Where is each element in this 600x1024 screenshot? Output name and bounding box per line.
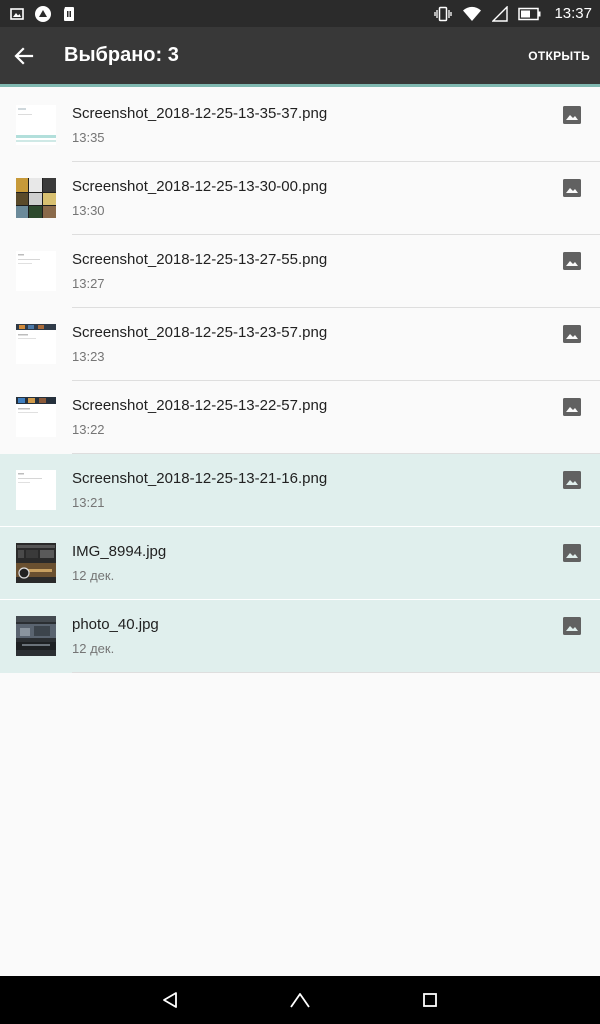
selection-count-title: Выбрано: 3 [64, 44, 179, 66]
file-date: 12 дек. [72, 568, 115, 583]
app-root: 13:37 Выбрано: 3 ОТКРЫТЬ Screenshot_2018… [0, 0, 600, 1024]
battery-icon [518, 7, 541, 20]
file-row[interactable]: Screenshot_2018-12-25-13-22-57.png 13:22 [0, 381, 600, 454]
file-row[interactable]: Screenshot_2018-12-25-13-27-55.png 13:27 [0, 235, 600, 308]
clock: 13:37 [554, 5, 592, 22]
file-thumbnail [16, 105, 56, 145]
file-name: Screenshot_2018-12-25-13-23-57.png [72, 324, 328, 341]
file-thumbnail [16, 470, 56, 510]
file-date: 12 дек. [72, 641, 115, 656]
file-row[interactable]: Screenshot_2018-12-25-13-30-00.png 13:30 [0, 162, 600, 235]
image-icon [563, 325, 581, 343]
file-row-selected[interactable]: IMG_8994.jpg 12 дек. [0, 527, 600, 600]
gallery-notification-icon [10, 7, 24, 20]
file-row-selected[interactable]: photo_40.jpg 12 дек. [0, 600, 600, 673]
status-bar: 13:37 [0, 0, 600, 27]
row-divider [72, 672, 600, 673]
home-icon [290, 993, 310, 1008]
triangle-back-icon [163, 992, 177, 1008]
file-thumbnail [16, 251, 56, 291]
file-thumbnail [16, 543, 56, 583]
file-row[interactable]: Screenshot_2018-12-25-13-35-37.png 13:35 [0, 89, 600, 162]
image-icon [563, 106, 581, 124]
action-bar: Выбрано: 3 ОТКРЫТЬ [0, 27, 600, 87]
arrow-left-icon [14, 46, 34, 65]
file-thumbnail [16, 178, 56, 218]
file-date: 13:30 [72, 203, 105, 218]
file-date: 13:35 [72, 130, 105, 145]
nav-recents-button[interactable] [410, 980, 450, 1020]
file-thumbnail [16, 324, 56, 364]
wifi-icon [463, 6, 482, 21]
file-date: 13:27 [72, 276, 105, 291]
image-icon [563, 179, 581, 197]
image-icon [563, 398, 581, 416]
system-indicators: 13:37 [434, 5, 592, 22]
image-icon [563, 252, 581, 270]
sd-card-icon [64, 6, 74, 21]
file-date: 13:22 [72, 422, 105, 437]
file-row-selected[interactable]: Screenshot_2018-12-25-13-21-16.png 13:21 [0, 454, 600, 527]
file-name: IMG_8994.jpg [72, 543, 167, 560]
file-name: photo_40.jpg [72, 616, 159, 633]
notification-icons [10, 5, 76, 23]
back-button[interactable] [2, 34, 46, 78]
file-thumbnail [16, 616, 56, 656]
image-icon [563, 471, 581, 489]
nav-back-button[interactable] [150, 980, 190, 1020]
vibrate-icon [434, 6, 453, 21]
app-notification-icon [35, 5, 51, 22]
file-thumbnail [16, 397, 56, 437]
cellular-signal-icon [492, 5, 509, 22]
file-date: 13:21 [72, 495, 105, 510]
file-list: Screenshot_2018-12-25-13-35-37.png 13:35 [0, 89, 600, 673]
file-name: Screenshot_2018-12-25-13-22-57.png [72, 397, 328, 414]
image-icon [563, 544, 581, 562]
file-name: Screenshot_2018-12-25-13-27-55.png [72, 251, 328, 268]
file-name: Screenshot_2018-12-25-13-30-00.png [72, 178, 328, 195]
file-row[interactable]: Screenshot_2018-12-25-13-23-57.png 13:23 [0, 308, 600, 381]
file-name: Screenshot_2018-12-25-13-35-37.png [72, 105, 328, 122]
file-date: 13:23 [72, 349, 105, 364]
square-recents-icon [423, 993, 437, 1007]
image-icon [563, 617, 581, 635]
navigation-bar [0, 976, 600, 1024]
open-button[interactable]: ОТКРЫТЬ [528, 43, 590, 69]
file-name: Screenshot_2018-12-25-13-21-16.png [72, 470, 328, 487]
nav-home-button[interactable] [280, 980, 320, 1020]
